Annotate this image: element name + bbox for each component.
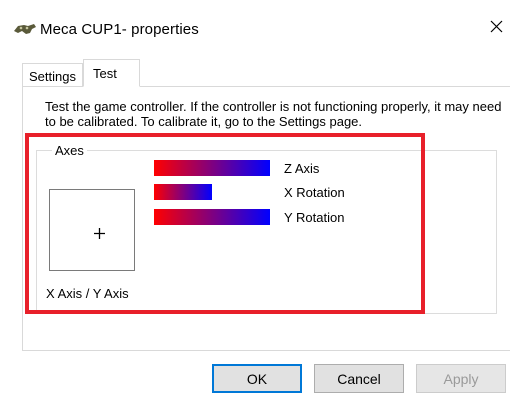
tab-test[interactable]: Test [83,59,140,87]
close-button[interactable] [482,14,510,44]
y-rotation-label: Y Rotation [284,210,345,225]
x-rotation-label: X Rotation [284,185,345,200]
tab-settings[interactable]: Settings [22,63,83,86]
cancel-button[interactable]: Cancel [314,364,404,393]
axes-group-label: Axes [52,143,87,158]
title-bar: Meca CUP1- properties [0,0,510,48]
ok-button[interactable]: OK [212,364,302,393]
z-axis-bar [154,160,270,176]
y-rotation-bar [154,209,270,225]
x-rotation-bar [154,184,212,200]
xy-axis-display [49,189,135,271]
close-icon [490,20,503,38]
crosshair-icon [94,226,105,239]
instructions-text: Test the game controller. If the control… [45,99,502,129]
apply-button[interactable]: Apply [416,364,506,393]
z-axis-label: Z Axis [284,161,320,176]
properties-dialog: Meca CUP1- properties Settings Test Test… [0,0,510,393]
window-title: Meca CUP1- properties [40,21,199,38]
xy-axis-label: X Axis / Y Axis [46,286,129,301]
game-controller-icon [13,22,37,36]
